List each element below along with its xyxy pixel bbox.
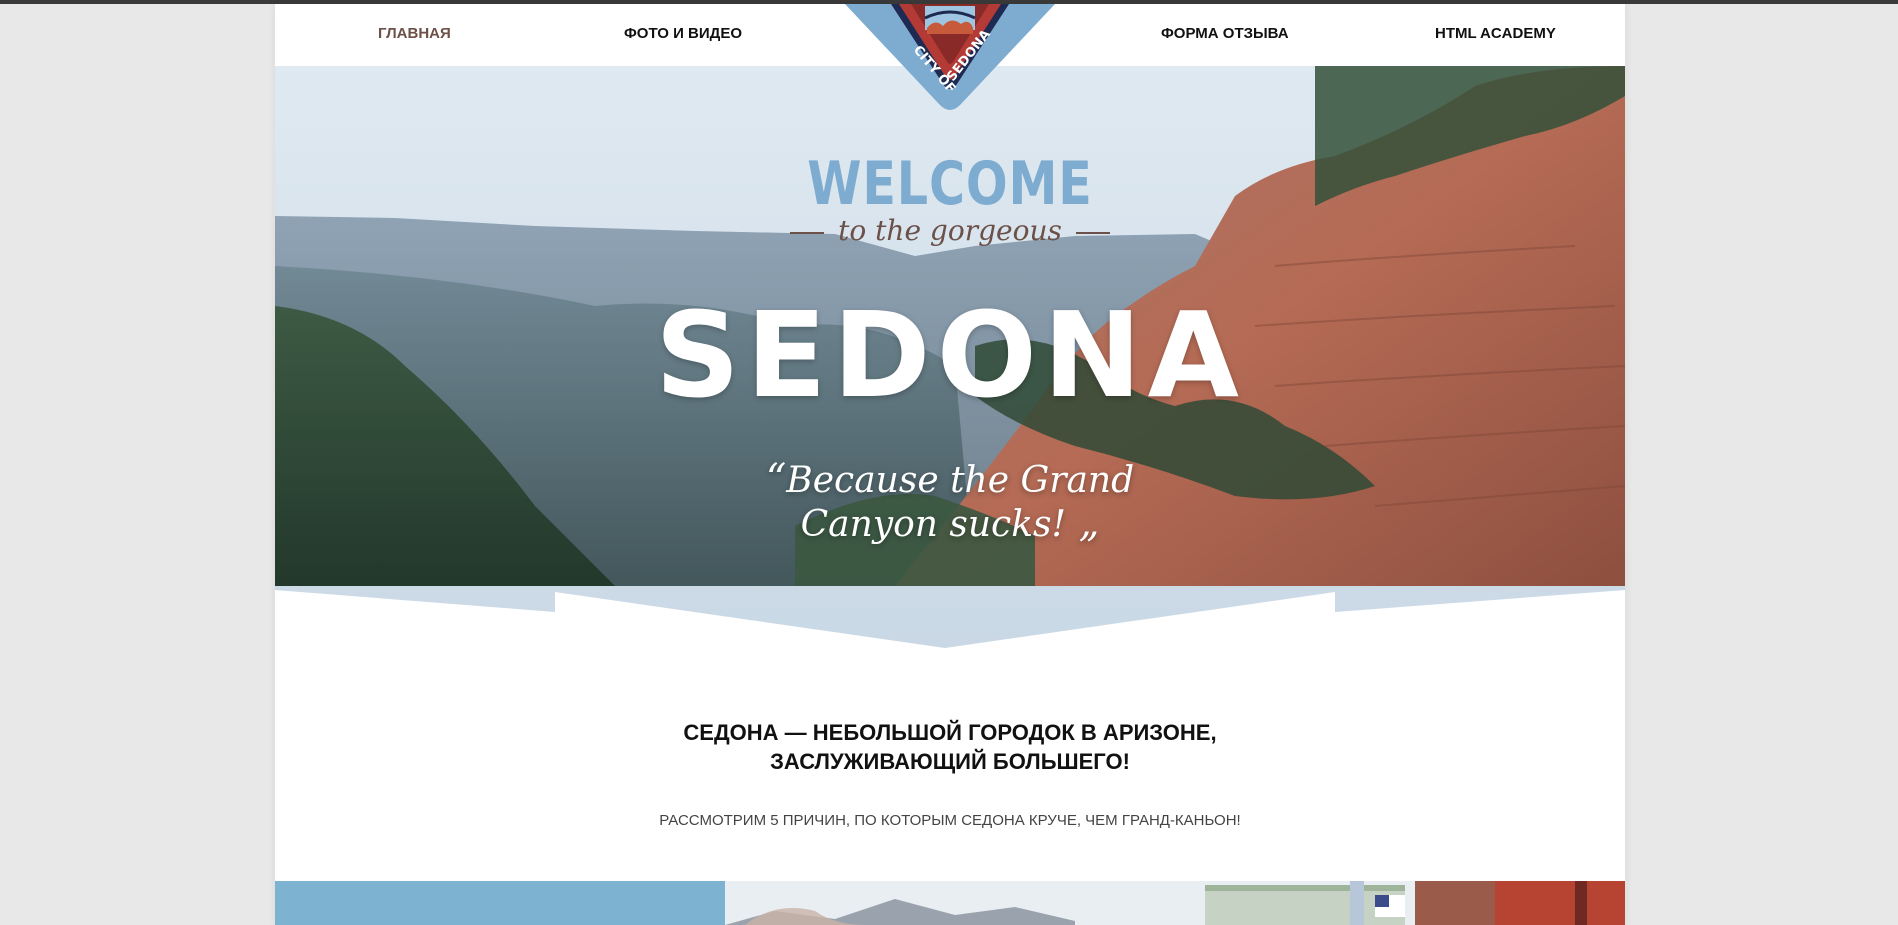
hero-title: SEDONA [655, 286, 1245, 424]
hero-section: WELCOME to the gorgeous SEDONA “Because … [275, 66, 1625, 656]
quote-close-mark: „ [1065, 500, 1100, 546]
hero-quote-line1: Because the Grand [786, 460, 1135, 501]
page: Главная Фото и видео Форма отзыва HTML A… [275, 4, 1625, 925]
hero-subtitle-row: to the gorgeous [275, 214, 1625, 247]
features-section-preview [275, 881, 1625, 925]
hero-subtitle: to the gorgeous [838, 214, 1062, 247]
welcome-title: WELCOME [807, 149, 1093, 219]
hero-quote: “Because the Grand Canyon sucks! „ [275, 458, 1625, 546]
nav-item-home[interactable]: Главная [378, 25, 451, 42]
subtitle-left-line [790, 231, 825, 234]
features-preview-image [275, 881, 1625, 925]
nav-item-photo-video[interactable]: Фото и видео [624, 25, 742, 42]
quote-open-mark: “ [765, 456, 787, 502]
nav-item-html-academy[interactable]: HTML Academy [1435, 25, 1556, 42]
intro-heading-line1: Седона — небольшой городок в Аризоне, [683, 720, 1217, 745]
city-of-sedona-logo[interactable]: CITY OF SEDONA [845, 4, 1055, 113]
nav-item-feedback-form[interactable]: Форма отзыва [1161, 25, 1289, 42]
logo-icon: CITY OF SEDONA [845, 4, 1055, 110]
hero-quote-line2: Canyon sucks! [800, 504, 1066, 545]
intro-subheading: Рассмотрим 5 причин, по которым Седона к… [659, 812, 1241, 829]
subtitle-right-line [1075, 231, 1110, 234]
intro-heading: Седона — небольшой городок в Аризоне, за… [275, 718, 1625, 776]
intro-heading-line2: заслуживающий большего! [770, 749, 1130, 774]
